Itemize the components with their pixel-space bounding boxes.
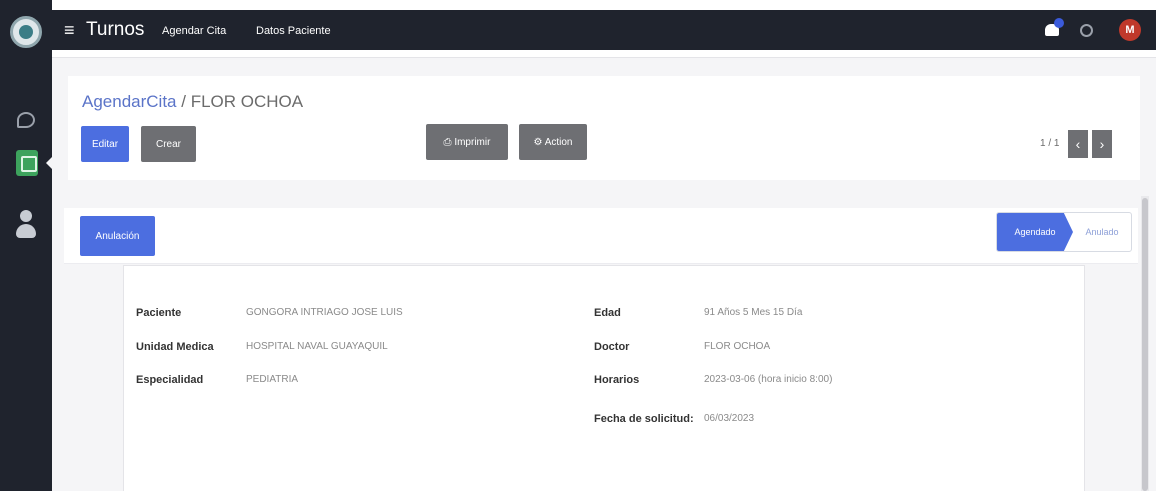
contacts-icon[interactable] xyxy=(16,210,36,240)
breadcrumb: AgendarCita / FLOR OCHOA xyxy=(82,92,303,112)
unidad-medica-label: Unidad Medica xyxy=(136,341,214,353)
home-logo-icon[interactable] xyxy=(10,16,42,48)
doctor-value: FLOR OCHOA xyxy=(704,341,771,352)
menu-toggle-icon[interactable]: ≡ xyxy=(64,21,75,39)
create-button[interactable]: Crear xyxy=(141,126,196,162)
scrollbar-thumb[interactable] xyxy=(1142,198,1148,491)
pager-next-button[interactable]: › xyxy=(1092,130,1112,158)
nav-datos-paciente[interactable]: Datos Paciente xyxy=(256,24,331,38)
especialidad-label: Especialidad xyxy=(136,374,204,386)
horarios-label: Horarios xyxy=(594,374,640,386)
appointments-app-icon[interactable] xyxy=(16,150,38,176)
breadcrumb-separator: / xyxy=(176,92,191,111)
activity-clock-icon[interactable] xyxy=(1080,24,1093,37)
edad-value: 91 Años 5 Mes 15 Día xyxy=(704,307,803,318)
fecha-solicitud-label: Fecha de solicitud: xyxy=(594,413,694,425)
doctor-label: Doctor xyxy=(594,341,630,353)
edit-button[interactable]: Editar xyxy=(81,126,129,162)
action-button[interactable]: ⚙ Action xyxy=(519,124,587,160)
status-step-agendado[interactable]: Agendado xyxy=(997,213,1073,251)
fecha-solicitud-value: 06/03/2023 xyxy=(704,413,755,424)
status-step-anulado[interactable]: Anulado xyxy=(1071,213,1131,251)
especialidad-value: PEDIATRIA xyxy=(246,374,299,385)
top-navbar: ≡ Turnos Agendar Cita Datos Paciente M xyxy=(52,0,1156,58)
paciente-label: Paciente xyxy=(136,307,182,319)
control-panel: AgendarCita / FLOR OCHOA Editar Crear ⎙ … xyxy=(68,76,1140,180)
horarios-value: 2023-03-06 (hora inicio 8:00) xyxy=(704,374,833,385)
nav-agendar-cita[interactable]: Agendar Cita xyxy=(162,24,226,38)
navbar-strip: ≡ Turnos Agendar Cita Datos Paciente M xyxy=(52,10,1156,50)
form-statusbar: Anulación Agendado Anulado xyxy=(64,208,1138,264)
notification-badge xyxy=(1054,18,1064,28)
app-title[interactable]: Turnos xyxy=(86,19,144,41)
breadcrumb-current: FLOR OCHOA xyxy=(190,92,304,111)
app-sidebar xyxy=(0,0,53,491)
pager-value[interactable]: 1 / 1 xyxy=(1040,138,1059,150)
paciente-value: GONGORA INTRIAGO JOSE LUIS xyxy=(246,307,403,318)
unidad-medica-value: HOSPITAL NAVAL GUAYAQUIL xyxy=(246,341,388,352)
edad-label: Edad xyxy=(594,307,621,319)
form-sheet: Paciente GONGORA INTRIAGO JOSE LUIS Unid… xyxy=(123,265,1085,491)
breadcrumb-parent-link[interactable]: AgendarCita xyxy=(82,92,177,111)
active-app-indicator xyxy=(46,156,53,170)
user-avatar[interactable]: M xyxy=(1119,19,1141,41)
pager-previous-button[interactable]: ‹ xyxy=(1068,130,1088,158)
status-pipeline: Agendado Anulado xyxy=(996,212,1132,252)
discuss-icon[interactable] xyxy=(17,112,35,128)
anular-button[interactable]: Anulación xyxy=(80,216,155,256)
print-button[interactable]: ⎙ Imprimir xyxy=(426,124,508,160)
